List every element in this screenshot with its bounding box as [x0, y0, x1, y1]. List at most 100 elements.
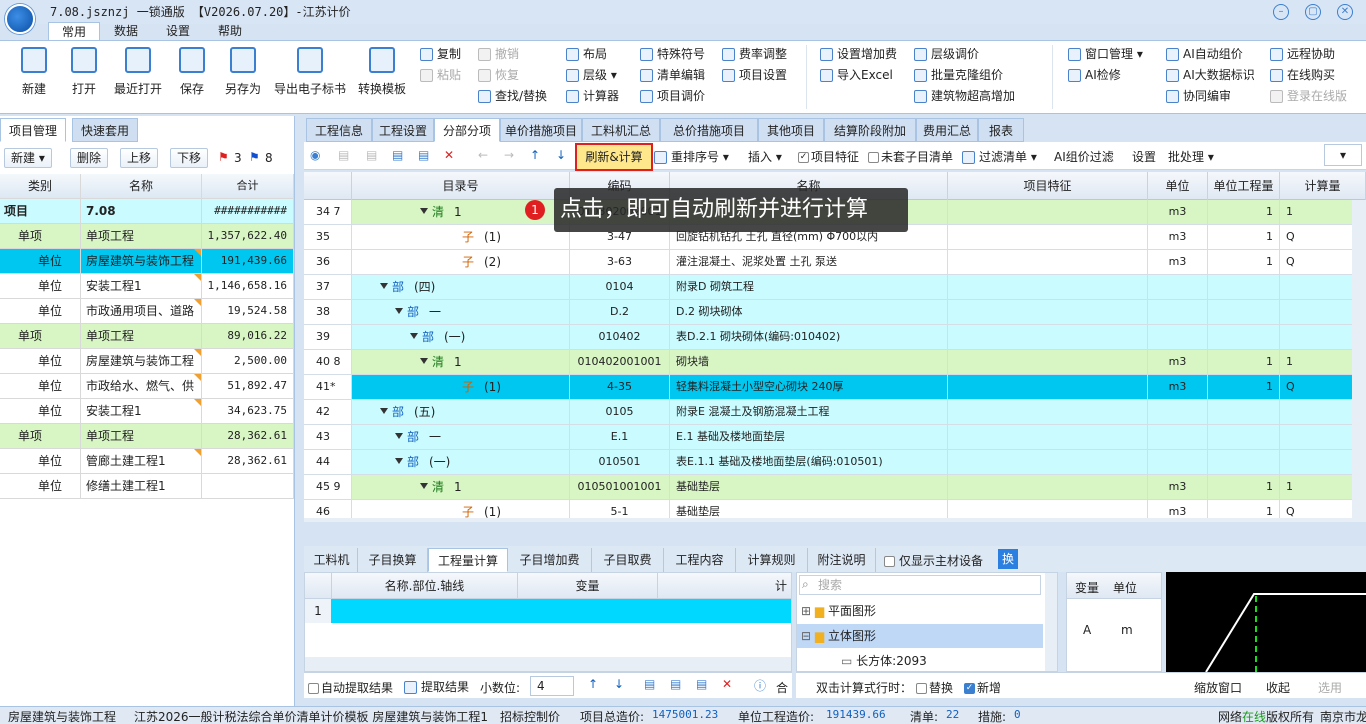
- project-tree-row[interactable]: 单位 管廊土建工程1 28,362.61: [0, 449, 294, 474]
- open-button[interactable]: 打开: [64, 47, 104, 97]
- tree-item-solid[interactable]: ⊟ ▆ 立体图形: [797, 624, 1043, 648]
- close-icon[interactable]: ✕: [1337, 4, 1353, 20]
- collab-review-button[interactable]: 协同编审: [1166, 86, 1231, 106]
- find-replace-button[interactable]: 查找/替换: [478, 86, 547, 106]
- tree-arrow-icon[interactable]: [380, 408, 388, 414]
- redo-button[interactable]: 恢复: [478, 65, 519, 85]
- auto-extract-checkbox[interactable]: 自动提取结果: [308, 679, 393, 696]
- settings-button[interactable]: 设置: [1132, 148, 1156, 165]
- recent-button[interactable]: 最近打开: [110, 47, 166, 97]
- rate-adjust-button[interactable]: 费率调整: [722, 44, 787, 64]
- undo-button[interactable]: 撤销: [478, 44, 519, 64]
- main-tab-3[interactable]: 单价措施项目: [500, 118, 582, 142]
- bill-row[interactable]: 36 子 (2) 3-63 灌注混凝土、泥浆处置 土孔 泵送 m3 1 Q: [304, 250, 1366, 275]
- down-arrow-icon[interactable]: ↓: [614, 677, 624, 691]
- project-tree-row[interactable]: 单位 市政通用项目、道路 19,524.58: [0, 299, 294, 324]
- tree-arrow-icon[interactable]: [410, 333, 418, 339]
- tab-project-manage[interactable]: 项目管理: [0, 118, 67, 142]
- outdent-icon[interactable]: ▤: [392, 148, 403, 162]
- project-settings-button[interactable]: 项目设置: [722, 65, 787, 85]
- menu-tab-settings[interactable]: 设置: [152, 22, 204, 40]
- login-online-button[interactable]: 登录在线版: [1270, 86, 1347, 106]
- save-button[interactable]: 保存: [172, 47, 212, 97]
- tree-item-plane[interactable]: ⊞ ▆ 平面图形: [801, 599, 876, 623]
- import-excel-button[interactable]: 导入Excel: [820, 65, 893, 85]
- help-icon[interactable]: ⓘ: [754, 677, 766, 694]
- bottom-tab-1[interactable]: 子目换算: [358, 548, 428, 572]
- quantity-row-selected[interactable]: [331, 599, 791, 623]
- project-tree-row[interactable]: 单项 单项工程 1,357,622.40: [0, 224, 294, 249]
- bottom-tab-6[interactable]: 计算规则: [736, 548, 808, 572]
- project-tree-row[interactable]: 单项 单项工程 28,362.61: [0, 424, 294, 449]
- minimize-icon[interactable]: –: [1273, 4, 1289, 20]
- bottom-tab-4[interactable]: 子目取费: [592, 548, 664, 572]
- project-tree-row[interactable]: 单位 修缮土建工程1: [0, 474, 294, 499]
- menu-tab-data[interactable]: 数据: [100, 22, 152, 40]
- shape-search-input[interactable]: 搜索: [799, 575, 1041, 595]
- append-row-icon[interactable]: ▤: [670, 677, 681, 691]
- tree-vscrollbar[interactable]: [1045, 573, 1057, 671]
- apply-button[interactable]: 选用: [1318, 679, 1342, 696]
- tree-arrow-icon[interactable]: [395, 433, 403, 439]
- bill-row[interactable]: 44 部 (一) 010501 表E.1.1 基础及楼地面垫层(编码:010501): [304, 450, 1366, 475]
- replace-checkbox[interactable]: 替换: [916, 679, 953, 696]
- project-tree-row[interactable]: 单位 房屋建筑与装饰工程 191,439.66: [0, 249, 294, 274]
- level-price-adjust-button[interactable]: 层级调价: [914, 44, 979, 64]
- main-tab-7[interactable]: 结算阶段附加: [824, 118, 916, 142]
- project-tree-row[interactable]: 单位 市政给水、燃气、供 51,892.47: [0, 374, 294, 399]
- main-tab-8[interactable]: 费用汇总: [916, 118, 978, 142]
- main-tab-9[interactable]: 报表: [978, 118, 1024, 142]
- bottom-tab-7[interactable]: 附注说明: [808, 548, 876, 572]
- building-height-button[interactable]: 建筑物超高增加: [914, 86, 1015, 106]
- tree-arrow-icon[interactable]: [395, 458, 403, 464]
- online-buy-button[interactable]: 在线购买: [1270, 65, 1335, 85]
- main-tab-5[interactable]: 总价措施项目: [660, 118, 758, 142]
- remote-assist-button[interactable]: 远程协助: [1270, 44, 1335, 64]
- main-tab-1[interactable]: 工程设置: [372, 118, 434, 142]
- calculator-button[interactable]: 计算器: [566, 86, 619, 106]
- set-extra-fee-button[interactable]: 设置增加费: [820, 44, 897, 64]
- tree-arrow-icon[interactable]: [420, 358, 428, 364]
- left-arrow-icon[interactable]: ←: [478, 148, 488, 162]
- grid-vscrollbar[interactable]: [1352, 200, 1366, 522]
- filter-dropdown[interactable]: 过滤清单 ▾: [962, 148, 1037, 165]
- quantity-hscrollbar[interactable]: [305, 657, 791, 671]
- main-tab-6[interactable]: 其他项目: [758, 118, 824, 142]
- up-arrow-icon[interactable]: ↑: [588, 677, 598, 691]
- bill-row[interactable]: 43 部一 E.1 E.1 基础及楼地面垫层: [304, 425, 1366, 450]
- ai-filter-button[interactable]: AI组价过滤: [1054, 148, 1114, 165]
- bottom-tab-0[interactable]: 工料机: [306, 548, 358, 572]
- bill-row[interactable]: 42 部 (五) 0105 附录E 混凝土及钢筋混凝土工程: [304, 400, 1366, 425]
- decimals-spinner[interactable]: 4: [530, 676, 574, 696]
- zoom-window-button[interactable]: 缩放窗口: [1194, 679, 1242, 696]
- left-delete-button[interactable]: 删除: [70, 148, 109, 168]
- expand-dropdown[interactable]: ▾: [1324, 144, 1362, 166]
- only-main-checkbox[interactable]: 仅显示主材设备: [884, 552, 983, 569]
- feature-checkbox[interactable]: ✓ 项目特征: [798, 148, 859, 165]
- indent-icon[interactable]: ▤: [366, 148, 377, 162]
- project-tree-row[interactable]: 单项 单项工程 89,016.22: [0, 324, 294, 349]
- blue-flag-icon[interactable]: ⚑: [249, 150, 260, 164]
- bill-row[interactable]: 37 部 (四) 0104 附录D 砌筑工程: [304, 275, 1366, 300]
- save-as-button[interactable]: 另存为: [218, 47, 268, 97]
- tab-quick-apply[interactable]: 快速套用: [72, 118, 139, 142]
- bill-row[interactable]: 38 部一 D.2 D.2 砌块砌体: [304, 300, 1366, 325]
- batch-dropdown[interactable]: 批处理 ▾: [1168, 148, 1214, 165]
- copy-button[interactable]: 复制: [420, 44, 461, 64]
- ai-bigdata-button[interactable]: AI大数据标识: [1166, 65, 1255, 85]
- bill-row[interactable]: 41* 子 (1) 4-35 轻集料混凝土小型空心砌块 240厚 m3 1 Q: [304, 375, 1366, 400]
- move-down-button[interactable]: 下移: [170, 148, 209, 168]
- menu-tab-help[interactable]: 帮助: [204, 22, 256, 40]
- bill-row[interactable]: 40 8 清 1 010402001001 砌块墙 m3 1 1: [304, 350, 1366, 375]
- bill-row[interactable]: 45 9 清 1 010501001001 基础垫层 m3 1 1: [304, 475, 1366, 500]
- up-arrow-icon[interactable]: ↑: [530, 148, 540, 162]
- bottom-tab-2[interactable]: 工程量计算: [428, 548, 508, 572]
- ai-check-button[interactable]: AI检修: [1068, 65, 1121, 85]
- project-tree-row[interactable]: 单位 安装工程1 1,146,658.16: [0, 274, 294, 299]
- layout-button[interactable]: 布局: [566, 44, 607, 64]
- project-price-adjust-button[interactable]: 项目调价: [640, 86, 705, 106]
- tree-arrow-icon[interactable]: [420, 483, 428, 489]
- insert-dropdown[interactable]: 插入 ▾: [748, 148, 782, 165]
- delete-row-icon[interactable]: ✕: [722, 677, 732, 691]
- bottom-tab-3[interactable]: 子目增加费: [508, 548, 592, 572]
